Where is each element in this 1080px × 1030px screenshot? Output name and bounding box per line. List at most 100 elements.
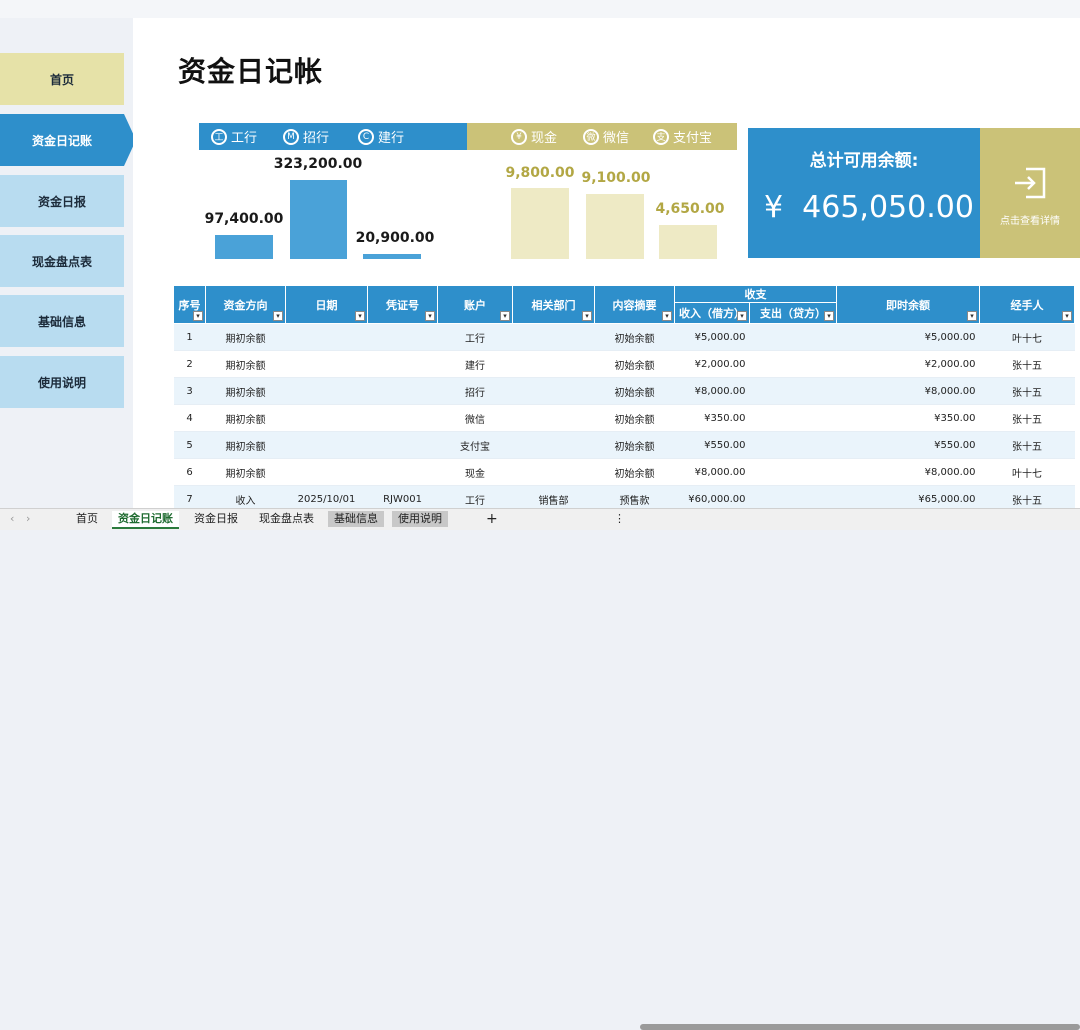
more-options-icon[interactable]: ⋮ <box>608 511 631 527</box>
cell-income[interactable]: ¥8,000.00 <box>674 377 750 405</box>
cell-account[interactable]: 建行 <box>437 350 513 378</box>
cell-direction[interactable]: 期初余额 <box>205 458 286 486</box>
tab-daily-report[interactable]: 资金日报 <box>188 511 244 527</box>
tab-home[interactable]: 首页 <box>70 511 104 527</box>
cell-department[interactable] <box>512 323 595 351</box>
cell-income[interactable]: ¥60,000.00 <box>674 485 750 508</box>
cell-expense[interactable] <box>749 377 837 405</box>
cell-handler[interactable]: 张十五 <box>979 431 1075 459</box>
scroll-right-arrow[interactable]: › <box>20 511 36 527</box>
cell-voucher[interactable] <box>367 431 438 459</box>
cell-income[interactable]: ¥2,000.00 <box>674 350 750 378</box>
cell-date[interactable] <box>285 350 368 378</box>
cell-voucher[interactable] <box>367 458 438 486</box>
add-sheet-button[interactable]: + <box>480 511 504 527</box>
table-row[interactable]: 3 期初余额 招行 初始余额 ¥8,000.00 ¥8,000.00 张十五 <box>173 377 1075 405</box>
cell-account[interactable]: 支付宝 <box>437 431 513 459</box>
cell-department[interactable] <box>512 458 595 486</box>
cell-expense[interactable] <box>749 404 837 432</box>
cell-handler[interactable]: 张十五 <box>979 404 1075 432</box>
cell-balance[interactable]: ¥350.00 <box>836 404 980 432</box>
cell-expense[interactable] <box>749 485 837 508</box>
cell-index[interactable]: 2 <box>173 350 206 378</box>
cell-index[interactable]: 6 <box>173 458 206 486</box>
cell-voucher[interactable] <box>367 323 438 351</box>
cell-income[interactable]: ¥5,000.00 <box>674 323 750 351</box>
cell-direction[interactable]: 期初余额 <box>205 350 286 378</box>
cell-account[interactable]: 微信 <box>437 404 513 432</box>
cell-direction[interactable]: 期初余额 <box>205 323 286 351</box>
cell-account[interactable]: 现金 <box>437 458 513 486</box>
cell-date[interactable] <box>285 458 368 486</box>
nav-instructions[interactable]: 使用说明 <box>0 356 124 408</box>
cell-summary[interactable]: 初始余额 <box>594 323 675 351</box>
cell-handler[interactable]: 叶十七 <box>979 458 1075 486</box>
cell-summary[interactable]: 初始余额 <box>594 458 675 486</box>
cell-handler[interactable]: 张十五 <box>979 377 1075 405</box>
tab-cash-journal[interactable]: 资金日记账 <box>112 511 179 529</box>
table-row[interactable]: 7 收入 2025/10/01 RJW001 工行 销售部 预售款 ¥60,000.00 ¥65… <box>173 485 1075 508</box>
filter-dropdown[interactable]: ▾ <box>582 311 592 321</box>
cell-department[interactable]: 销售部 <box>512 485 595 508</box>
cell-direction[interactable]: 期初余额 <box>205 377 286 405</box>
filter-dropdown[interactable]: ▾ <box>425 311 435 321</box>
table-row[interactable]: 6 期初余额 现金 初始余额 ¥8,000.00 ¥8,000.00 叶十七 <box>173 458 1075 486</box>
filter-dropdown[interactable]: ▾ <box>193 311 203 321</box>
cell-voucher[interactable] <box>367 404 438 432</box>
cell-summary[interactable]: 初始余额 <box>594 431 675 459</box>
cell-account[interactable]: 工行 <box>437 485 513 508</box>
nav-daily-report[interactable]: 资金日报 <box>0 175 124 227</box>
cell-index[interactable]: 1 <box>173 323 206 351</box>
cell-balance[interactable]: ¥8,000.00 <box>836 458 980 486</box>
table-row[interactable]: 5 期初余额 支付宝 初始余额 ¥550.00 ¥550.00 张十五 <box>173 431 1075 459</box>
cell-department[interactable] <box>512 350 595 378</box>
filter-dropdown[interactable]: ▾ <box>1062 311 1072 321</box>
cell-expense[interactable] <box>749 350 837 378</box>
cell-voucher[interactable] <box>367 377 438 405</box>
cell-handler[interactable]: 张十五 <box>979 350 1075 378</box>
cell-index[interactable]: 3 <box>173 377 206 405</box>
cell-expense[interactable] <box>749 431 837 459</box>
filter-dropdown[interactable]: ▾ <box>737 311 747 321</box>
cell-department[interactable] <box>512 431 595 459</box>
tab-instructions[interactable]: 使用说明 <box>392 511 448 527</box>
nav-cash-journal[interactable]: 资金日记账 <box>0 114 136 166</box>
table-row[interactable]: 4 期初余额 微信 初始余额 ¥350.00 ¥350.00 张十五 <box>173 404 1075 432</box>
table-row[interactable]: 2 期初余额 建行 初始余额 ¥2,000.00 ¥2,000.00 张十五 <box>173 350 1075 378</box>
horizontal-scrollbar[interactable] <box>640 1024 1080 1030</box>
cell-department[interactable] <box>512 404 595 432</box>
filter-dropdown[interactable]: ▾ <box>967 311 977 321</box>
cell-date[interactable]: 2025/10/01 <box>285 485 368 508</box>
cell-account[interactable]: 工行 <box>437 323 513 351</box>
cell-direction[interactable]: 期初余额 <box>205 431 286 459</box>
cell-voucher[interactable] <box>367 350 438 378</box>
cell-balance[interactable]: ¥2,000.00 <box>836 350 980 378</box>
cell-date[interactable] <box>285 431 368 459</box>
cell-direction[interactable]: 收入 <box>205 485 286 508</box>
filter-dropdown[interactable]: ▾ <box>662 311 672 321</box>
cell-summary[interactable]: 预售款 <box>594 485 675 508</box>
filter-dropdown[interactable]: ▾ <box>500 311 510 321</box>
cell-date[interactable] <box>285 404 368 432</box>
cell-index[interactable]: 7 <box>173 485 206 508</box>
cell-handler[interactable]: 张十五 <box>979 485 1075 508</box>
cell-summary[interactable]: 初始余额 <box>594 404 675 432</box>
filter-dropdown[interactable]: ▾ <box>273 311 283 321</box>
nav-basic-info[interactable]: 基础信息 <box>0 295 124 347</box>
cell-income[interactable]: ¥8,000.00 <box>674 458 750 486</box>
cell-handler[interactable]: 叶十七 <box>979 323 1075 351</box>
cell-expense[interactable] <box>749 323 837 351</box>
filter-dropdown[interactable]: ▾ <box>355 311 365 321</box>
cell-balance[interactable]: ¥8,000.00 <box>836 377 980 405</box>
table-row[interactable]: 1 期初余额 工行 初始余额 ¥5,000.00 ¥5,000.00 叶十七 <box>173 323 1075 351</box>
nav-home[interactable]: 首页 <box>0 53 124 105</box>
cell-balance[interactable]: ¥550.00 <box>836 431 980 459</box>
cell-balance[interactable]: ¥5,000.00 <box>836 323 980 351</box>
cell-expense[interactable] <box>749 458 837 486</box>
cell-index[interactable]: 5 <box>173 431 206 459</box>
cell-direction[interactable]: 期初余额 <box>205 404 286 432</box>
cell-summary[interactable]: 初始余额 <box>594 377 675 405</box>
cell-account[interactable]: 招行 <box>437 377 513 405</box>
nav-cash-count[interactable]: 现金盘点表 <box>0 235 124 287</box>
cell-income[interactable]: ¥550.00 <box>674 431 750 459</box>
